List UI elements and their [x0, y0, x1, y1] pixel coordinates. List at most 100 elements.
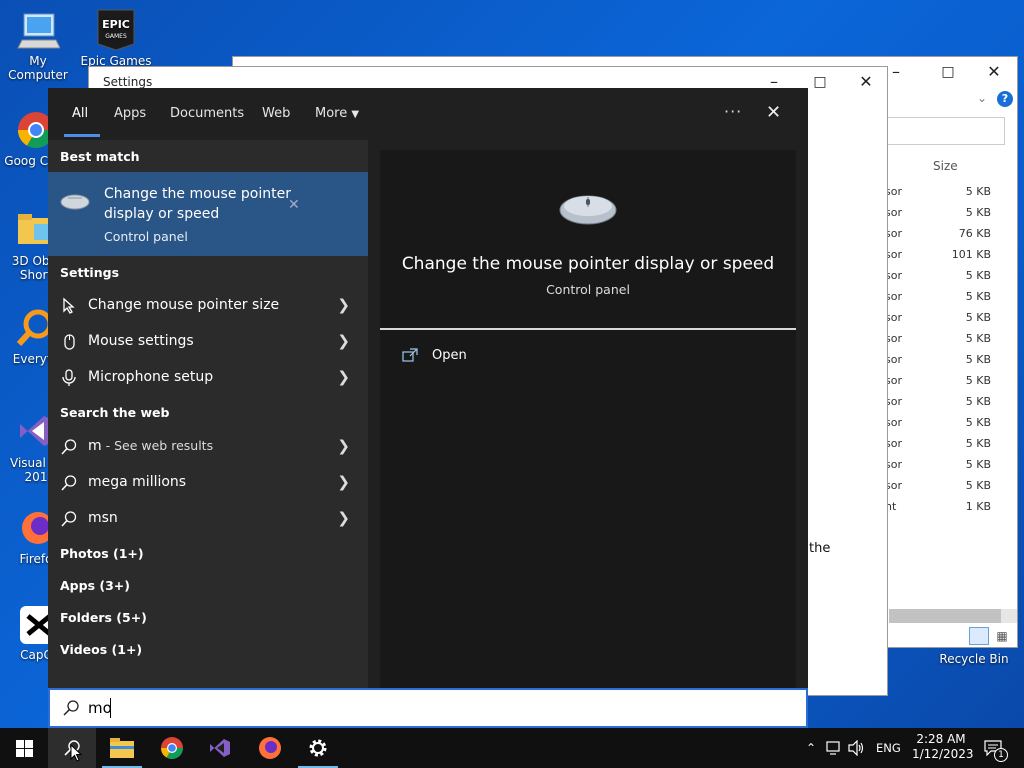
close-button[interactable]: ✕: [843, 67, 889, 97]
volume-icon[interactable]: [848, 728, 866, 768]
start-icon: [16, 740, 33, 757]
more-options-icon[interactable]: ···: [724, 102, 742, 121]
clock[interactable]: 2:28 AM 1/12/2023: [912, 728, 974, 768]
tab-more[interactable]: More ▼: [315, 106, 359, 121]
file-size: 5 KB: [965, 395, 991, 408]
chrome-icon: [161, 737, 183, 759]
file-size: 5 KB: [965, 479, 991, 492]
dismiss-icon[interactable]: ✕: [288, 197, 300, 213]
table-row[interactable]: sor 101 KB: [885, 248, 1005, 269]
epic-games-icon: EPIC GAMES: [94, 8, 138, 52]
group-apps[interactable]: Apps (3+): [60, 578, 130, 593]
group-photos[interactable]: Photos (1+): [60, 546, 144, 561]
table-row[interactable]: sor 5 KB: [885, 206, 1005, 227]
tab-all[interactable]: All: [72, 106, 88, 121]
clock-time: 2:28 AM: [916, 732, 966, 746]
search-bar[interactable]: mo: [48, 688, 808, 728]
settings-header: Settings: [60, 265, 120, 280]
results-pane: Best match Change the mouse pointer disp…: [48, 140, 368, 688]
search-the-web-header: Search the web: [60, 405, 170, 420]
web-result-item[interactable]: msn ❯: [48, 501, 368, 537]
table-row[interactable]: sor 5 KB: [885, 458, 1005, 479]
table-row[interactable]: sor 5 KB: [885, 416, 1005, 437]
table-row[interactable]: sor 5 KB: [885, 290, 1005, 311]
clock-date: 1/12/2023: [912, 747, 974, 761]
start-button[interactable]: [0, 728, 48, 768]
notification-badge: 1: [994, 748, 1008, 762]
chevron-right-icon[interactable]: ❯: [337, 509, 350, 527]
chevron-right-icon[interactable]: ❯: [337, 437, 350, 455]
table-row[interactable]: sor 5 KB: [885, 332, 1005, 353]
table-row[interactable]: nt 1 KB: [885, 500, 1005, 521]
search-icon: [60, 474, 78, 492]
close-icon[interactable]: ✕: [766, 102, 781, 123]
taskbar-firefox[interactable]: [246, 728, 294, 768]
help-icon[interactable]: ?: [997, 91, 1013, 107]
best-match-title: Change the mouse pointer display or spee…: [104, 186, 291, 222]
mouse-cursor-icon: [70, 744, 82, 762]
firefox-icon: [259, 737, 281, 759]
svg-text:EPIC: EPIC: [102, 18, 130, 31]
chevron-down-icon[interactable]: ⌄: [977, 91, 987, 105]
desktop-icon-recycle-bin[interactable]: Recycle Bin: [938, 652, 1010, 666]
language-indicator[interactable]: ENG: [876, 728, 901, 768]
network-icon[interactable]: [826, 728, 844, 768]
mouse-pointer-icon: [60, 297, 78, 315]
group-videos[interactable]: Videos (1+): [60, 642, 142, 657]
result-item-change-mouse-pointer-size[interactable]: Change mouse pointer size ❯: [48, 288, 368, 324]
result-label: Mouse settings: [88, 333, 194, 349]
tab-web[interactable]: Web: [262, 106, 290, 121]
table-row[interactable]: sor 76 KB: [885, 227, 1005, 248]
taskbar-search-button[interactable]: [48, 728, 96, 768]
details-view-icon[interactable]: [969, 627, 989, 645]
desktop-icon-my-computer[interactable]: My Computer: [2, 8, 74, 82]
tiles-view-icon[interactable]: ▦: [993, 627, 1011, 645]
file-size: 5 KB: [965, 290, 991, 303]
close-button[interactable]: ✕: [971, 57, 1017, 87]
table-row[interactable]: sor 5 KB: [885, 395, 1005, 416]
tab-apps[interactable]: Apps: [114, 106, 146, 121]
file-size: 5 KB: [965, 458, 991, 471]
size-column-header[interactable]: Size: [933, 159, 958, 173]
table-row[interactable]: sor 5 KB: [885, 185, 1005, 206]
taskbar-settings[interactable]: [294, 728, 342, 768]
chevron-right-icon[interactable]: ❯: [337, 473, 350, 491]
web-result-item[interactable]: mega millions ❯: [48, 465, 368, 501]
chevron-right-icon[interactable]: ❯: [337, 332, 350, 350]
table-row[interactable]: sor 5 KB: [885, 437, 1005, 458]
microphone-icon: [60, 369, 78, 387]
web-result-item[interactable]: m - See web results ❯: [48, 429, 368, 465]
taskbar-chrome[interactable]: [148, 728, 196, 768]
show-hidden-icons-button[interactable]: ⌃: [802, 728, 820, 768]
result-item-mouse-settings[interactable]: Mouse settings ❯: [48, 324, 368, 360]
group-folders[interactable]: Folders (5+): [60, 610, 147, 625]
horizontal-scrollbar[interactable]: [889, 609, 1017, 623]
settings-window-title: Settings: [103, 75, 153, 89]
chevron-right-icon[interactable]: ❯: [337, 368, 350, 386]
taskbar-visual-studio[interactable]: [196, 728, 244, 768]
action-center-button[interactable]: 1: [980, 728, 1010, 768]
taskbar-file-explorer[interactable]: [98, 728, 146, 768]
file-size: 5 KB: [965, 332, 991, 345]
best-match-item[interactable]: Change the mouse pointer display or spee…: [48, 172, 368, 256]
explorer-search-box[interactable]: [873, 117, 1005, 145]
table-row[interactable]: sor 5 KB: [885, 479, 1005, 500]
table-row[interactable]: sor 5 KB: [885, 353, 1005, 374]
search-icon: [62, 699, 80, 721]
search-icon: [60, 438, 78, 456]
search-input[interactable]: mo: [88, 699, 112, 717]
table-row[interactable]: sor 5 KB: [885, 311, 1005, 332]
web-result-query: m: [88, 438, 102, 454]
file-size: 5 KB: [965, 185, 991, 198]
table-row[interactable]: sor 5 KB: [885, 374, 1005, 395]
text-cursor: [110, 698, 111, 718]
maximize-button[interactable]: □: [925, 57, 971, 87]
tab-documents[interactable]: Documents: [170, 106, 244, 121]
desktop-icon-epic-games[interactable]: EPIC GAMES Epic Games: [80, 8, 152, 68]
chevron-right-icon[interactable]: ❯: [337, 296, 350, 314]
table-row[interactable]: sor 5 KB: [885, 269, 1005, 290]
result-item-microphone-setup[interactable]: Microphone setup ❯: [48, 360, 368, 396]
file-size: 5 KB: [965, 374, 991, 387]
tab-more-label: More: [315, 106, 348, 121]
mouse-icon: [60, 333, 78, 351]
